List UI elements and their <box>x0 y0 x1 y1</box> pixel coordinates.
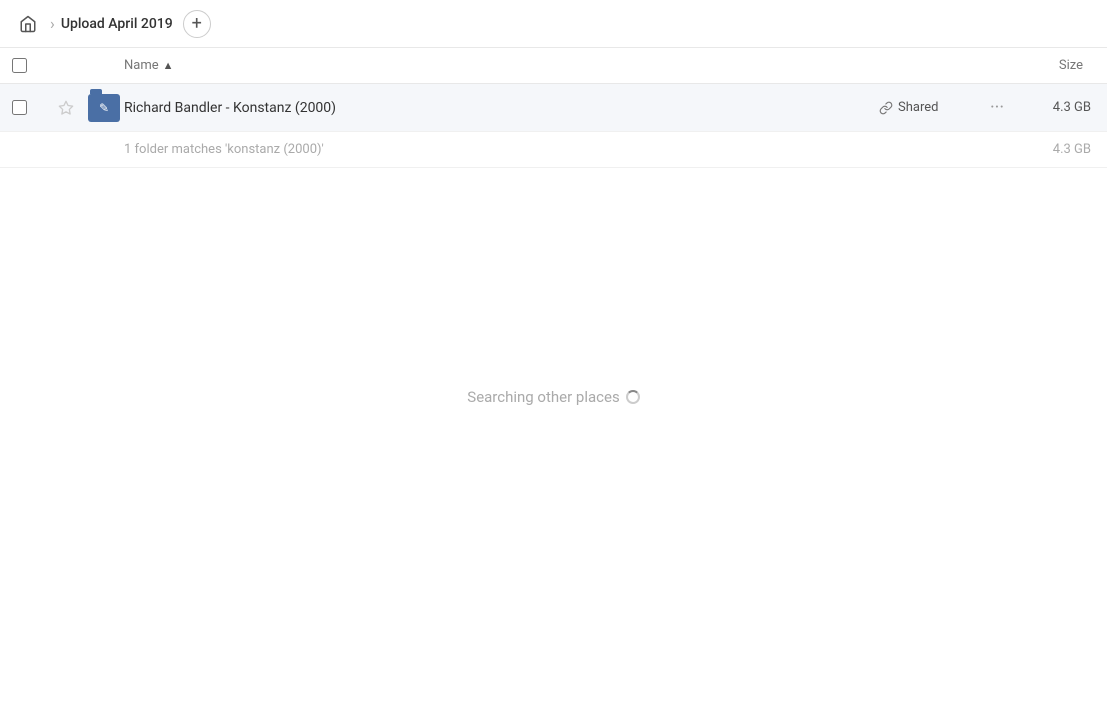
searching-spinner <box>626 390 640 404</box>
result-info-size: 4.3 GB <box>1053 142 1095 157</box>
shared-badge: Shared <box>879 100 979 115</box>
header-checkbox-col <box>12 58 48 73</box>
folder-icon-col: ✎ <box>84 94 124 122</box>
link-icon <box>879 101 893 115</box>
home-button[interactable] <box>12 8 44 40</box>
result-info-text: 1 folder matches 'konstanz (2000)' <box>124 142 1053 157</box>
row-star[interactable] <box>48 100 84 116</box>
name-column-label: Name <box>124 58 159 73</box>
name-column-header[interactable]: Name ▲ <box>124 58 995 73</box>
column-headers: Name ▲ Size <box>0 48 1107 84</box>
shared-label: Shared <box>898 100 938 115</box>
size-column-header[interactable]: Size <box>995 58 1095 73</box>
breadcrumb-item[interactable]: Upload April 2019 <box>61 16 173 32</box>
select-all-checkbox[interactable] <box>12 58 27 73</box>
add-button[interactable]: + <box>183 10 211 38</box>
folder-size: 4.3 GB <box>1015 100 1095 115</box>
row-checkbox[interactable] <box>12 100 27 115</box>
searching-text: Searching other places <box>467 388 619 406</box>
searching-area: Searching other places <box>0 388 1107 406</box>
sort-indicator: ▲ <box>163 59 174 72</box>
result-info-row: 1 folder matches 'konstanz (2000)' 4.3 G… <box>0 132 1107 168</box>
folder-row[interactable]: ✎ Richard Bandler - Konstanz (2000) Shar… <box>0 84 1107 132</box>
folder-name[interactable]: Richard Bandler - Konstanz (2000) <box>124 100 879 116</box>
breadcrumb-separator: › <box>50 14 55 33</box>
breadcrumb-bar: › Upload April 2019 + <box>0 0 1107 48</box>
folder-pencil-icon: ✎ <box>99 101 109 115</box>
row-checkbox-col <box>12 100 48 115</box>
folder-icon: ✎ <box>88 94 120 122</box>
row-actions-button[interactable]: ··· <box>979 97 1015 118</box>
